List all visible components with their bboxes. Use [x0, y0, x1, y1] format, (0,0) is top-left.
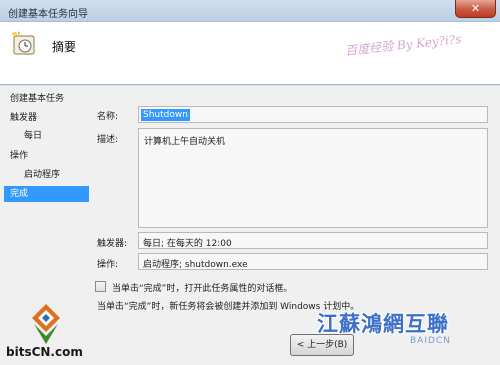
- page-title: 摘要: [52, 40, 77, 54]
- nav-item-action[interactable]: 操作: [10, 148, 28, 164]
- jiangsu-sub-watermark: BAIDCN: [410, 336, 451, 346]
- baidu-watermark: 百度经验 By Key?i?s: [344, 31, 463, 59]
- nav-item-trigger[interactable]: 触发器: [10, 110, 37, 126]
- trigger-value: 每日; 在每天的 12:00: [143, 239, 232, 249]
- task-scheduler-icon: [12, 31, 35, 55]
- close-icon: ✕: [470, 2, 481, 15]
- name-value: Shutdown: [141, 109, 190, 121]
- description-field[interactable]: 计算机上午自动关机: [138, 128, 488, 228]
- wizard-header: 摘要 百度经验 By Key?i?s: [0, 22, 500, 85]
- action-value: 启动程序; shutdown.exe: [143, 260, 248, 270]
- window-title: 创建基本任务向导: [8, 9, 88, 20]
- description-label: 描述:: [97, 135, 119, 145]
- nav-item-start-program[interactable]: 启动程序: [24, 167, 60, 183]
- nav-item-create-basic-task[interactable]: 创建基本任务: [10, 91, 64, 107]
- action-field: 启动程序; shutdown.exe: [138, 253, 488, 270]
- trigger-field: 每日; 在每天的 12:00: [138, 232, 488, 249]
- open-properties-checkbox-label[interactable]: 当单击“完成”时，打开此任务属性的对话框。: [112, 281, 292, 294]
- close-button[interactable]: ✕: [455, 0, 496, 18]
- action-label: 操作:: [97, 260, 119, 270]
- trigger-label: 触发器:: [97, 239, 128, 249]
- nav-item-finish[interactable]: 完成: [4, 186, 89, 202]
- title-bar: 创建基本任务向导 ✕: [0, 0, 500, 22]
- description-value: 计算机上午自动关机: [144, 137, 226, 147]
- jiangsu-watermark: 江蘇鴻網互聯: [317, 311, 449, 336]
- open-properties-checkbox[interactable]: [95, 281, 106, 292]
- bitscn-watermark: bitsCN.com: [6, 345, 83, 359]
- name-label: 名称:: [97, 112, 119, 122]
- name-field[interactable]: Shutdown: [138, 106, 488, 123]
- nav-item-daily[interactable]: 每日: [24, 128, 42, 144]
